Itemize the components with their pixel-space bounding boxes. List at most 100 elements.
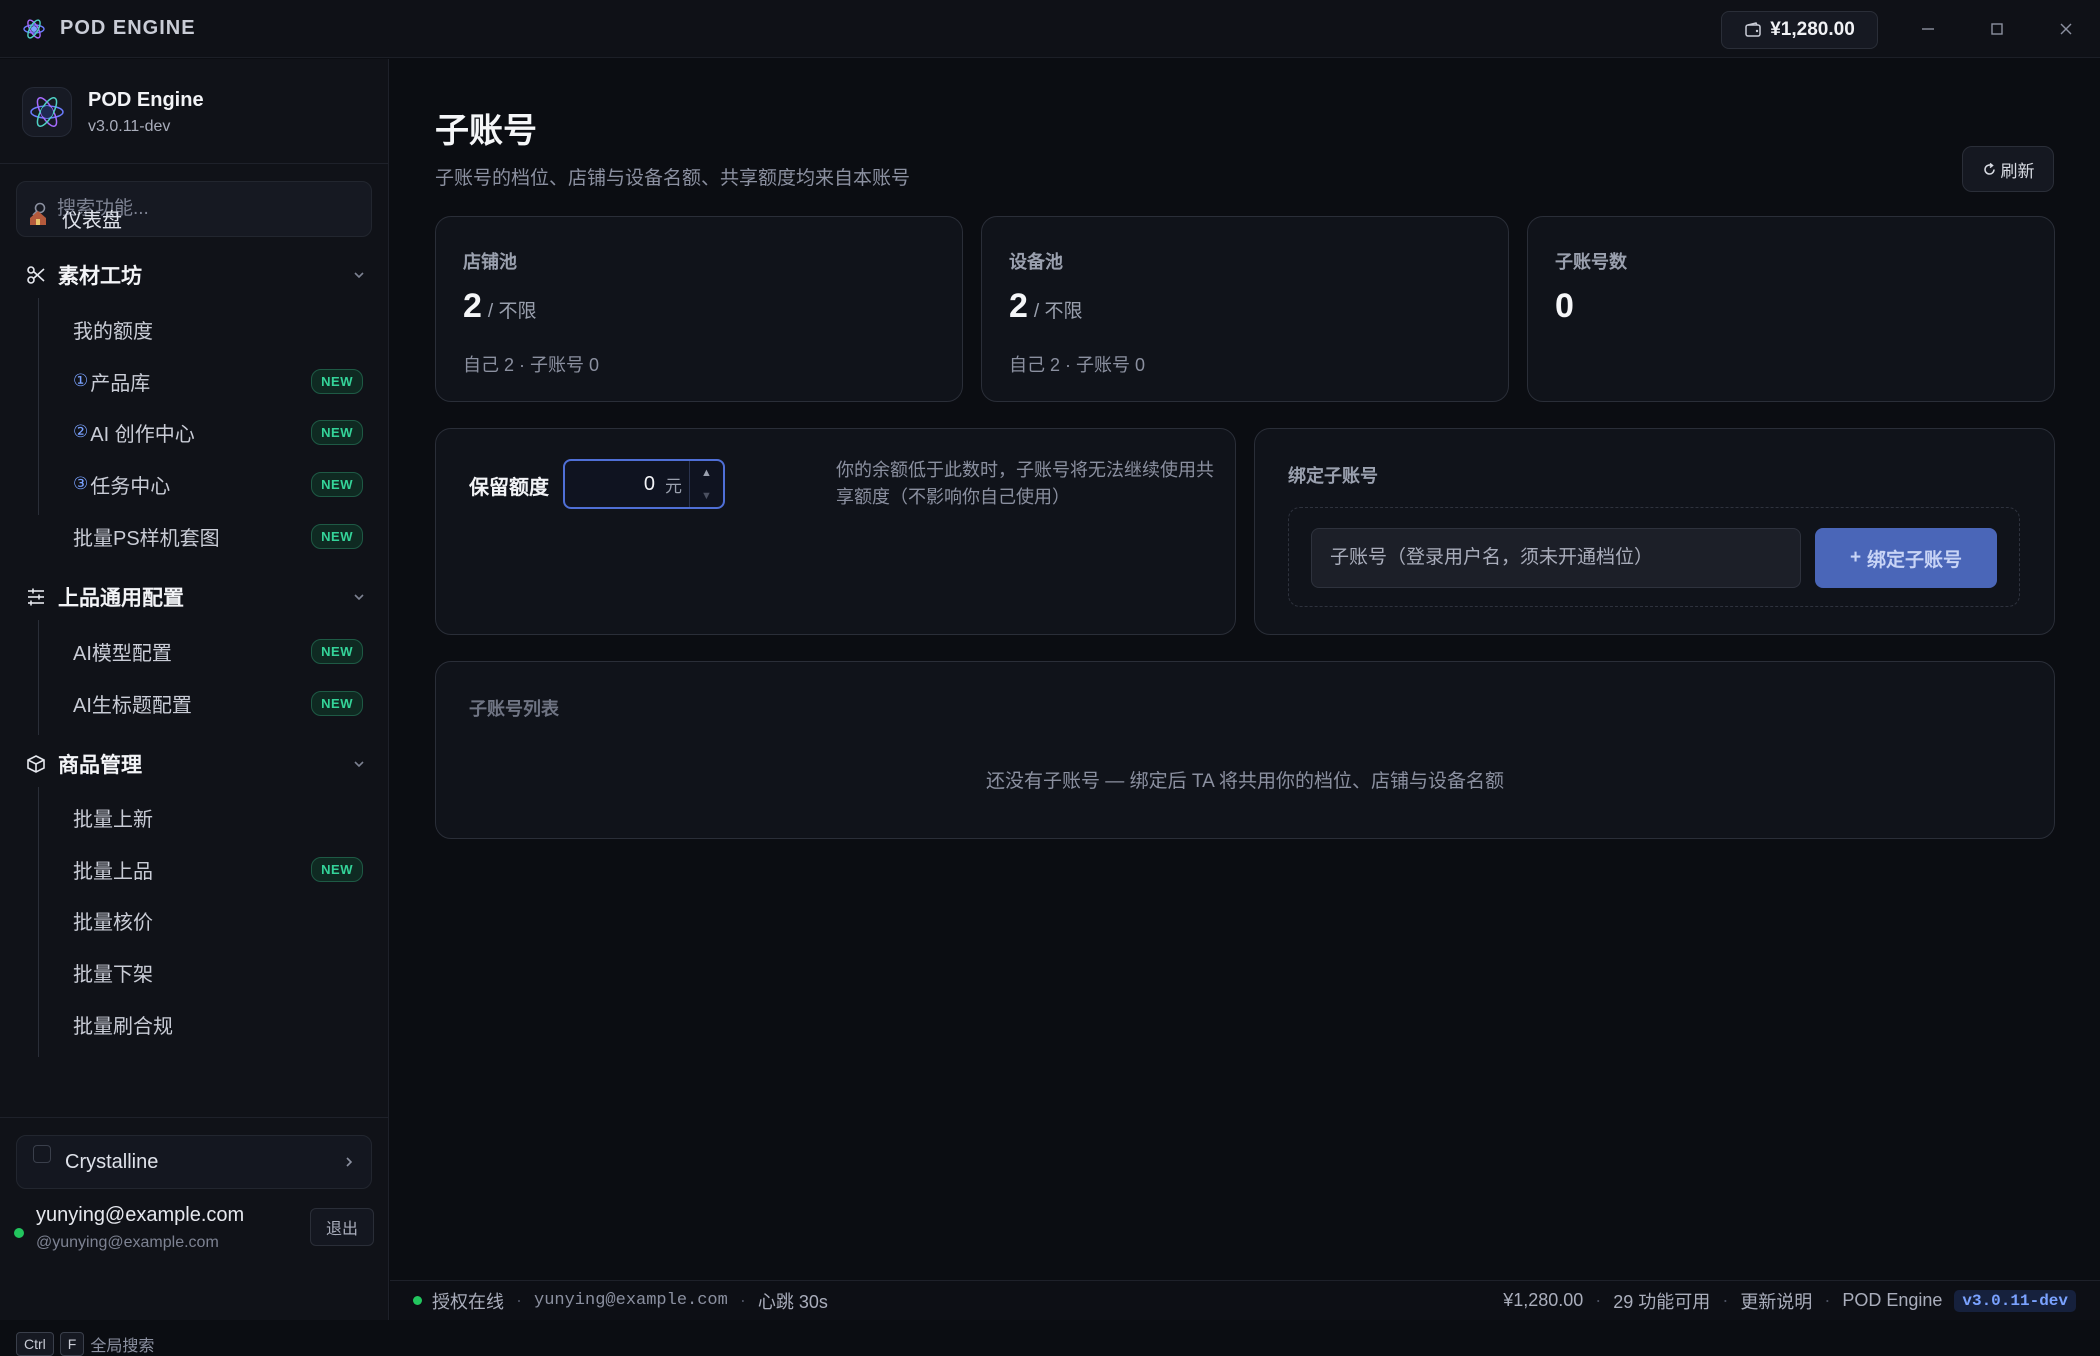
divider xyxy=(0,163,389,164)
sidebar-item-batch-listing[interactable]: 批量上品 NEW xyxy=(73,851,363,887)
user-handle: @yunying@example.com xyxy=(36,1234,219,1251)
sidebar-item-label: 批量下架 xyxy=(73,963,153,986)
stat-label: 设备池 xyxy=(1009,252,1063,272)
new-badge: NEW xyxy=(311,856,363,882)
chevron-right-icon xyxy=(346,1157,353,1167)
online-status-dot xyxy=(14,1228,24,1238)
status-balance: ¥1,280.00 xyxy=(1503,1290,1584,1310)
kbd-ctrl: Ctrl xyxy=(16,1332,54,1356)
scissors-icon xyxy=(27,266,45,284)
theme-selector[interactable]: Crystalline xyxy=(16,1135,372,1189)
new-badge: NEW xyxy=(311,471,363,497)
chevron-down-icon xyxy=(354,761,364,768)
sidebar-item-batch-delist[interactable]: 批量下架 xyxy=(73,954,363,990)
page-subtitle: 子账号的档位、店铺与设备名额、共享额度均来自本账号 xyxy=(435,168,911,189)
atom-logo-icon xyxy=(23,18,45,39)
sidebar-item-batch-ps-mockup[interactable]: 批量PS样机套图 NEW xyxy=(73,518,363,554)
main-content: 子账号 子账号的档位、店铺与设备名额、共享额度均来自本账号 刷新 店铺池 2/ … xyxy=(390,59,2100,1279)
close-icon[interactable] xyxy=(2051,14,2081,44)
bind-subaccount-card: 绑定子账号 + 绑定子账号 xyxy=(1254,428,2055,635)
stepper-down-icon[interactable]: ▼ xyxy=(690,484,723,507)
stat-value: 2/ 不限 xyxy=(463,287,536,326)
sidebar-item-task-center[interactable]: ③ 任务中心 NEW xyxy=(73,466,363,502)
brand-version: v3.0.11-dev xyxy=(88,117,171,135)
reserve-quota-stepper[interactable]: 元 ▲ ▼ xyxy=(563,459,725,509)
sidebar-item-label: 任务中心 xyxy=(90,475,171,498)
sidebar-item-my-quota[interactable]: 我的额度 xyxy=(73,311,363,347)
status-right: ¥1,280.00 · 29 功能可用 · 更新说明 · POD Engine … xyxy=(1503,1288,2076,1314)
bind-subaccount-button[interactable]: + 绑定子账号 xyxy=(1815,528,1997,588)
reserve-quota-input[interactable] xyxy=(565,472,655,496)
nav-group-materials[interactable]: 素材工坊 xyxy=(26,255,366,295)
sidebar-item-batch-compliance[interactable]: 批量刷合规 xyxy=(73,1006,363,1042)
separator: · xyxy=(1824,1290,1831,1310)
sidebar-item-ai-creation[interactable]: ② AI 创作中心 NEW xyxy=(73,414,363,450)
heartbeat: 心跳 30s xyxy=(757,1291,828,1312)
sidebar: POD Engine v3.0.11-dev 仪表盘 素 xyxy=(0,59,389,1356)
refresh-button[interactable]: 刷新 xyxy=(1962,146,2054,192)
sidebar-item-label: AI 创作中心 xyxy=(90,423,195,446)
title-bar: POD ENGINE ¥1,280.00 xyxy=(0,0,2100,58)
balance-amount: ¥1,280.00 xyxy=(1770,19,1855,40)
sidebar-item-ai-title-config[interactable]: AI生标题配置 NEW xyxy=(73,685,363,721)
theme-name: Crystalline xyxy=(65,1150,159,1173)
tree-line xyxy=(38,620,39,735)
sidebar-item-dashboard[interactable]: 仪表盘 xyxy=(28,198,417,238)
plus-icon: + xyxy=(1849,547,1862,568)
nav-group-listing-config[interactable]: 上品通用配置 xyxy=(26,577,366,617)
stat-card-subaccount-count: 子账号数 0 xyxy=(1527,216,2055,402)
sidebar-item-label: 批量上新 xyxy=(73,808,153,831)
stat-number: 2 xyxy=(1009,287,1028,325)
stat-card-shop-pool: 店铺池 2/ 不限 自己 2 · 子账号 0 xyxy=(435,216,963,402)
reserve-quota-card: 保留额度 元 ▲ ▼ 你的余额低于此数时，子账号将无法继续使用共享额度（不影响你… xyxy=(435,428,1236,635)
sidebar-item-product-library[interactable]: ① 产品库 NEW xyxy=(73,363,363,399)
sidebar-item-label: AI生标题配置 xyxy=(73,694,192,717)
wallet-icon xyxy=(1745,22,1761,37)
stat-number: 2 xyxy=(463,287,482,325)
auth-status-dot xyxy=(413,1296,422,1305)
refresh-icon xyxy=(1983,162,1995,175)
maximize-icon[interactable] xyxy=(1982,14,2012,44)
sidebar-item-ai-model-config[interactable]: AI模型配置 NEW xyxy=(73,633,363,669)
reserve-label: 保留额度 xyxy=(469,477,549,499)
stepper-up-icon[interactable]: ▲ xyxy=(690,461,723,484)
new-badge: NEW xyxy=(311,638,363,664)
status-app-name: POD Engine xyxy=(1842,1290,1943,1310)
chevron-down-icon xyxy=(354,594,364,601)
sidebar-item-label: 批量PS样机套图 xyxy=(73,527,220,550)
brand: POD Engine v3.0.11-dev xyxy=(22,87,204,137)
stat-label: 子账号数 xyxy=(1555,252,1627,272)
stat-value: 0 xyxy=(1555,287,1574,326)
stat-unit: / 不限 xyxy=(1033,301,1083,322)
minimize-icon[interactable] xyxy=(1913,14,1943,44)
status-user: yunying@example.com xyxy=(534,1291,728,1310)
sidebar-item-batch-new[interactable]: 批量上新 xyxy=(73,799,363,835)
house-icon xyxy=(30,211,46,225)
kbd-f: F xyxy=(59,1332,85,1356)
nav-group-product-management[interactable]: 商品管理 xyxy=(26,744,366,784)
step-number-2: ② xyxy=(73,422,89,441)
step-number-3: ③ xyxy=(73,474,89,493)
sidebar-item-batch-pricing[interactable]: 批量核价 xyxy=(73,902,363,938)
user-email: yunying@example.com xyxy=(36,1204,245,1226)
stepper-arrows: ▲ ▼ xyxy=(689,461,723,507)
logout-button[interactable]: 退出 xyxy=(310,1208,374,1246)
changelog-link[interactable]: 更新说明 xyxy=(1740,1288,1812,1314)
auth-status: 授权在线 xyxy=(432,1291,504,1312)
new-badge: NEW xyxy=(311,523,363,549)
subaccount-input[interactable] xyxy=(1311,528,1801,588)
sidebar-item-label: 仪表盘 xyxy=(62,209,122,232)
sidebar-item-label: AI模型配置 xyxy=(73,642,172,665)
separator: · xyxy=(516,1290,522,1310)
separator: · xyxy=(739,1290,746,1310)
new-badge: NEW xyxy=(311,368,363,394)
bind-button-label: 绑定子账号 xyxy=(1867,549,1963,571)
list-title: 子账号列表 xyxy=(469,699,559,719)
divider xyxy=(0,1117,389,1118)
sliders-icon xyxy=(28,588,44,606)
balance-button[interactable]: ¥1,280.00 xyxy=(1721,11,1878,49)
sidebar-item-label: 批量上品 xyxy=(73,860,153,883)
shortcut-label: 全局搜索 xyxy=(90,1338,155,1355)
atom-ai-logo-icon xyxy=(30,97,64,127)
features-count: 29 功能可用 xyxy=(1613,1291,1711,1312)
